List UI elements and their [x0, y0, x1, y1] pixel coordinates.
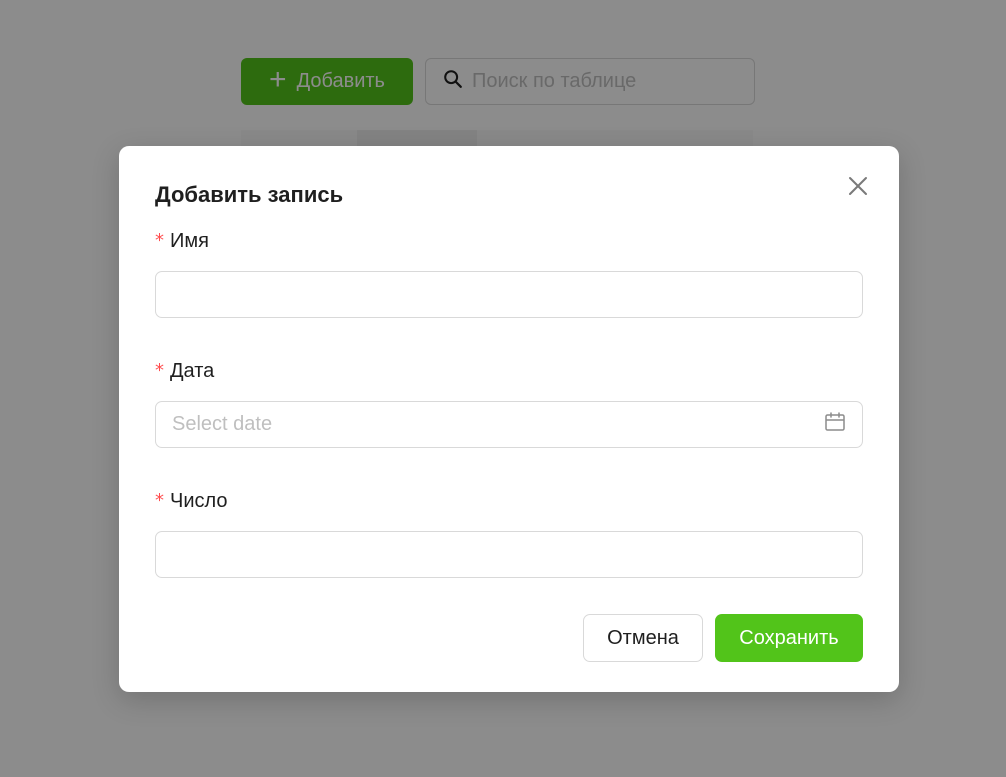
modal-footer: Отмена Сохранить: [583, 614, 863, 662]
name-label-text: Имя: [170, 230, 209, 252]
save-button[interactable]: Сохранить: [715, 614, 863, 662]
close-icon: [847, 175, 869, 202]
add-record-modal: Добавить запись * Имя * Дата Select date…: [119, 146, 899, 692]
calendar-icon[interactable]: [824, 411, 846, 438]
name-input[interactable]: [172, 283, 846, 306]
required-mark: *: [155, 490, 164, 511]
number-field[interactable]: [155, 531, 863, 578]
number-input[interactable]: [172, 543, 846, 566]
cancel-button[interactable]: Отмена: [583, 614, 703, 662]
number-label-text: Число: [170, 490, 228, 512]
number-field-label: * Число: [155, 490, 228, 513]
modal-title: Добавить запись: [155, 182, 344, 207]
date-input[interactable]: [172, 413, 824, 436]
required-mark: *: [155, 230, 164, 251]
date-field-label: * Дата: [155, 360, 214, 383]
name-field[interactable]: [155, 271, 863, 318]
close-button[interactable]: [845, 175, 871, 201]
required-mark: *: [155, 360, 164, 381]
date-label-text: Дата: [170, 360, 215, 382]
date-picker[interactable]: [155, 401, 863, 448]
name-field-label: * Имя: [155, 230, 209, 253]
